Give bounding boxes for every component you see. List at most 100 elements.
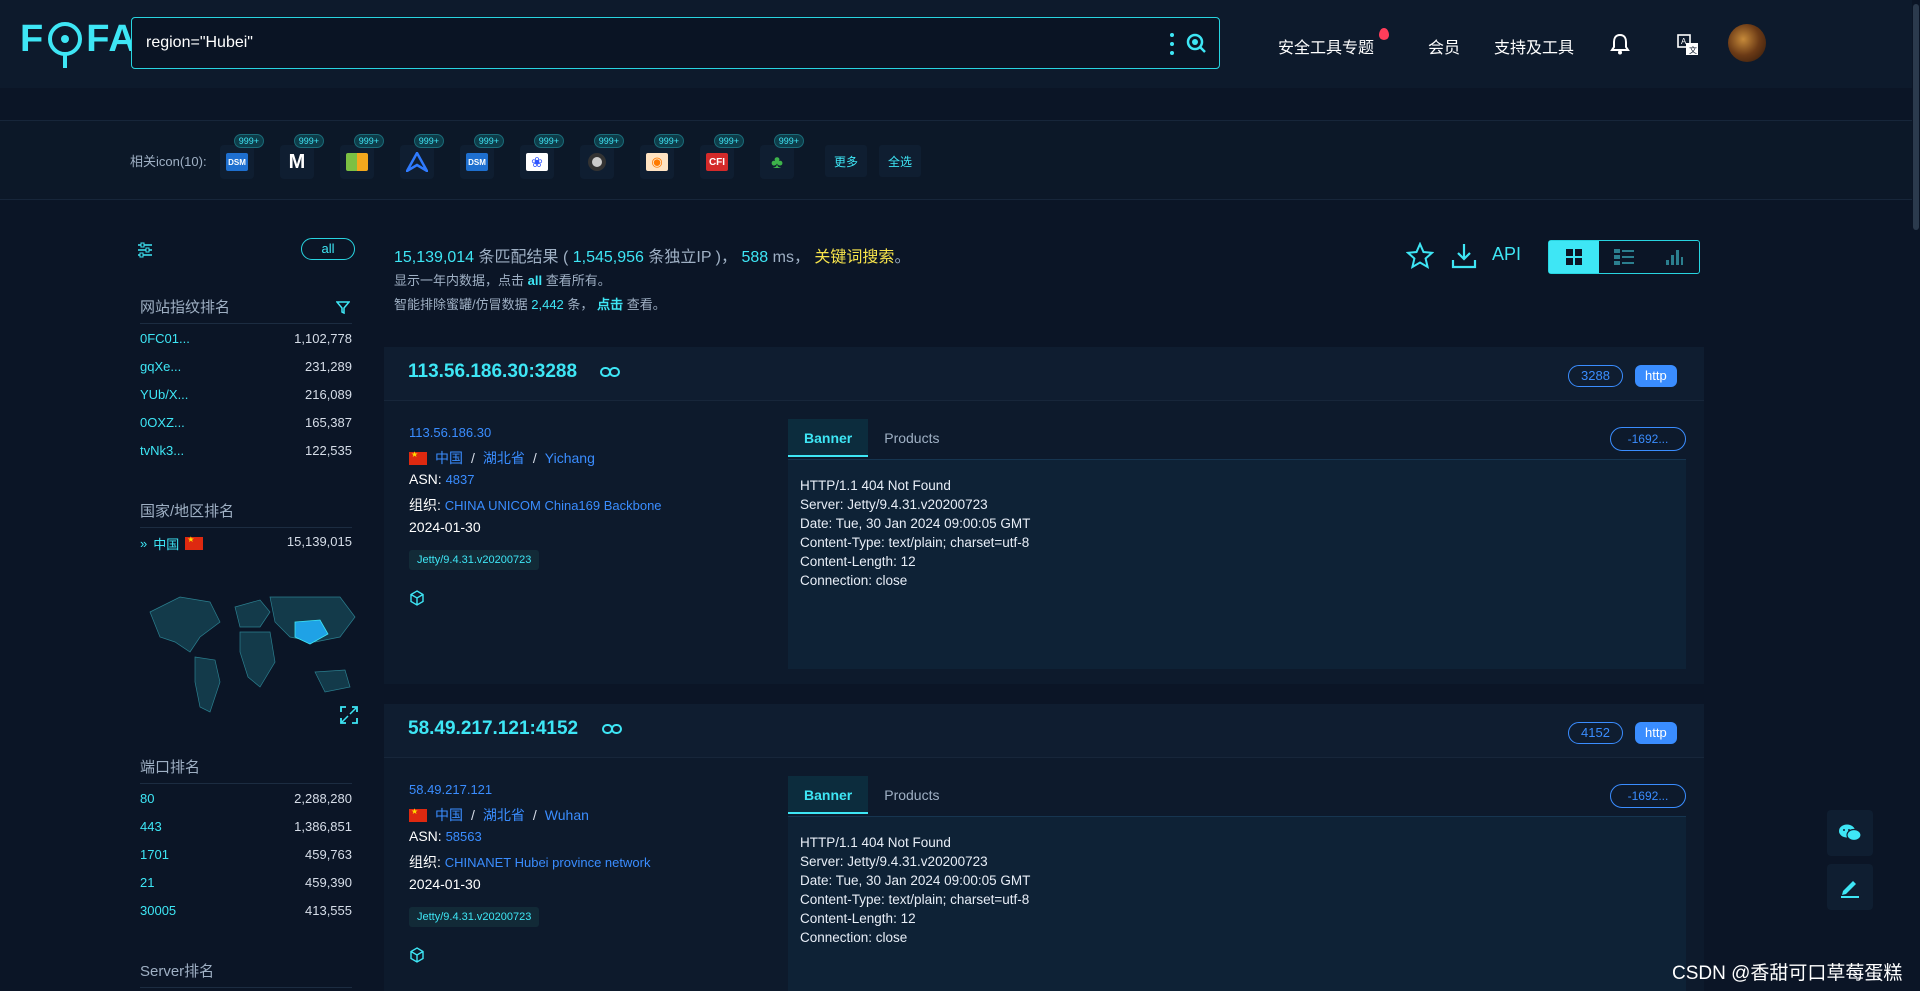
banner-content: HTTP/1.1 404 Not Found Server: Jetty/9.4… bbox=[788, 459, 1686, 669]
result-ip-link[interactable]: 113.56.186.30 bbox=[409, 425, 491, 440]
show-all-link[interactable]: all bbox=[528, 273, 542, 288]
search-input[interactable] bbox=[146, 30, 1126, 56]
scrollbar-thumb[interactable] bbox=[1913, 4, 1919, 230]
port-row[interactable]: 443 1,386,851 bbox=[140, 819, 352, 834]
tab-banner[interactable]: Banner bbox=[788, 776, 869, 814]
city-link[interactable]: Wuhan bbox=[545, 807, 589, 823]
list-view-button[interactable] bbox=[1599, 241, 1649, 273]
camera-logo-icon bbox=[588, 153, 606, 171]
result-host-link[interactable]: 58.49.217.121:4152 bbox=[408, 718, 578, 740]
divider bbox=[0, 199, 1920, 200]
server-tag[interactable]: Jetty/9.4.31.v20200723 bbox=[409, 907, 540, 927]
nav-membership[interactable]: 会员 bbox=[1428, 34, 1460, 58]
result-card-header: 58.49.217.121:4152 4152 http bbox=[384, 704, 1704, 758]
province-link[interactable]: 湖北省 bbox=[483, 448, 525, 468]
bell-icon[interactable] bbox=[1610, 33, 1630, 55]
port-row[interactable]: 80 2,288,280 bbox=[140, 791, 352, 806]
icon-filter-tree[interactable]: ♣ 999+ bbox=[760, 134, 804, 179]
m-logo-icon: M bbox=[288, 150, 306, 173]
icon-filter-eye[interactable]: ◉ 999+ bbox=[640, 134, 684, 179]
port-row[interactable]: 21 459,390 bbox=[140, 875, 352, 890]
user-avatar[interactable] bbox=[1728, 24, 1766, 62]
fofa-logo[interactable]: F FA bbox=[20, 18, 137, 68]
arrow-logo-icon bbox=[406, 152, 428, 172]
note-text: 查看。 bbox=[626, 297, 666, 312]
icon-filter-cfi[interactable]: CFI 999+ bbox=[700, 134, 744, 179]
port-row[interactable]: 1701 459,763 bbox=[140, 847, 352, 862]
port-badge[interactable]: 3288 bbox=[1568, 365, 1623, 387]
tab-products[interactable]: Products bbox=[868, 419, 955, 457]
port-badge[interactable]: 4152 bbox=[1568, 722, 1623, 744]
row-value: 1,102,778 bbox=[294, 331, 352, 346]
cube-icon[interactable] bbox=[409, 590, 425, 606]
icon-filter-m[interactable]: M 999+ bbox=[280, 134, 324, 179]
province-link[interactable]: 湖北省 bbox=[483, 805, 525, 825]
protocol-badge[interactable]: http bbox=[1635, 365, 1677, 387]
honeypot-note: 智能排除蜜罐/仿冒数据 2,442 条， 点击 查看。 bbox=[394, 294, 666, 313]
china-flag-icon bbox=[185, 535, 204, 550]
result-ip-link[interactable]: 58.49.217.121 bbox=[409, 782, 492, 797]
translate-icon[interactable]: A 文 bbox=[1677, 34, 1699, 56]
view-honeypot-link[interactable]: 点击 bbox=[597, 297, 623, 312]
icon-filter-dsm[interactable]: DSM 999+ bbox=[220, 134, 264, 179]
country-link[interactable]: 中国 bbox=[435, 448, 463, 468]
fingerprint-row[interactable]: gqXe... 231,289 bbox=[140, 359, 352, 374]
sliders-icon[interactable] bbox=[137, 242, 153, 258]
country-link[interactable]: 中国 bbox=[435, 805, 463, 825]
icon-filter-camera[interactable]: 999+ bbox=[580, 134, 624, 179]
protocol-badge[interactable]: http bbox=[1635, 722, 1677, 744]
asn-link[interactable]: 58563 bbox=[446, 829, 482, 844]
star-icon[interactable] bbox=[1406, 242, 1434, 270]
honeypot-count: 2,442 bbox=[531, 297, 564, 312]
icon-count-badge: 999+ bbox=[713, 134, 744, 148]
cube-icon[interactable] bbox=[409, 947, 425, 963]
result-summary: 15,139,014 条匹配结果 ( 1,545,956 条独立IP )， 58… bbox=[394, 243, 910, 267]
org-link[interactable]: CHINA UNICOM China169 Backbone bbox=[445, 498, 662, 513]
feedback-float-button[interactable] bbox=[1827, 864, 1873, 910]
row-key: 0FC01... bbox=[140, 331, 190, 346]
server-tag[interactable]: Jetty/9.4.31.v20200723 bbox=[409, 550, 540, 570]
search-icon[interactable] bbox=[1185, 32, 1207, 54]
hash-badge[interactable]: -1692... bbox=[1610, 427, 1686, 451]
stats-view-button[interactable] bbox=[1649, 241, 1699, 273]
tab-banner[interactable]: Banner bbox=[788, 419, 869, 457]
icon-filter-dsm-2[interactable]: DSM 999+ bbox=[460, 134, 504, 179]
filter-funnel-icon[interactable] bbox=[336, 300, 350, 314]
link-icon[interactable] bbox=[600, 365, 620, 379]
nav-support-tools[interactable]: 支持及工具 bbox=[1494, 34, 1574, 58]
all-toggle[interactable]: all bbox=[301, 238, 355, 260]
tab-products[interactable]: Products bbox=[868, 776, 955, 814]
page-scrollbar[interactable] bbox=[1912, 0, 1920, 991]
download-icon[interactable] bbox=[1450, 242, 1478, 270]
select-all-button[interactable]: 全选 bbox=[879, 145, 922, 177]
fingerprint-row[interactable]: tvNk3... 122,535 bbox=[140, 443, 352, 458]
icon-filter-arrow[interactable]: 999+ bbox=[400, 134, 444, 179]
city-link[interactable]: Yichang bbox=[545, 450, 595, 466]
asn-link[interactable]: 4837 bbox=[446, 472, 475, 487]
port-row[interactable]: 30005 413,555 bbox=[140, 903, 352, 918]
country-row[interactable]: » 中国 15,139,015 bbox=[140, 534, 352, 553]
detail-tabs: Banner Products bbox=[788, 419, 955, 457]
world-map[interactable] bbox=[140, 582, 362, 730]
icon-filter-paw[interactable]: ❀ 999+ bbox=[520, 134, 564, 179]
fingerprint-row[interactable]: YUb/X... 216,089 bbox=[140, 387, 352, 402]
top-header: FFA 安全工具专题 会员 支持及工具 A 文 bbox=[0, 0, 1920, 88]
more-options-icon[interactable] bbox=[1169, 33, 1175, 55]
keyword-search-link[interactable]: 关键词搜索 bbox=[814, 249, 894, 266]
row-key: 30005 bbox=[140, 903, 177, 918]
icon-filter-grid[interactable]: 999+ bbox=[340, 134, 384, 179]
hash-badge[interactable]: -1692... bbox=[1610, 784, 1686, 808]
link-icon[interactable] bbox=[602, 722, 622, 736]
note-text: 智能排除蜜罐/仿冒数据 bbox=[394, 297, 528, 312]
fingerprint-row[interactable]: 0OXZ... 165,387 bbox=[140, 415, 352, 430]
nav-security-tools[interactable]: 安全工具专题 bbox=[1278, 34, 1374, 58]
fingerprint-row[interactable]: 0FC01... 1,102,778 bbox=[140, 331, 352, 346]
more-icons-button[interactable]: 更多 bbox=[825, 145, 868, 177]
result-host-link[interactable]: 113.56.186.30:3288 bbox=[408, 361, 577, 383]
country-name: 中国 bbox=[153, 537, 180, 552]
expand-icon[interactable] bbox=[340, 706, 358, 724]
org-link[interactable]: CHINANET Hubei province network bbox=[445, 855, 651, 870]
grid-view-button[interactable] bbox=[1549, 241, 1599, 273]
api-button[interactable]: API bbox=[1492, 244, 1521, 265]
wechat-float-button[interactable] bbox=[1827, 810, 1873, 856]
